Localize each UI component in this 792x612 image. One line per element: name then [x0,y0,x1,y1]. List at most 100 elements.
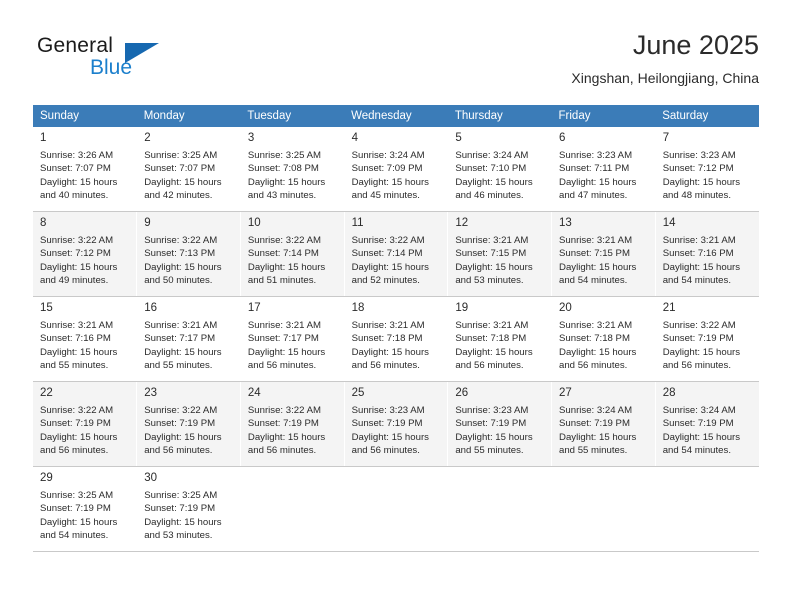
day-sunrise-text: Sunrise: 3:24 AM [662,405,736,416]
day-number: 30 [144,472,157,484]
calendar-day-cell[interactable]: 1 Sunrise: 3:26 AM Sunset: 7:07 PM Daylight… [33,127,138,212]
day-daylight-2-text: and 54 minutes. [40,530,109,542]
calendar-day-cell[interactable]: 29 Sunrise: 3:25 AM Sunset: 7:19 PM Dayligh… [33,466,138,552]
day-daylight-2-text: and 49 minutes. [40,275,109,287]
title-block: June 2025 Xingshan, Heilongjiang, China [571,28,759,87]
day-cell-inner: 9 Sunrise: 3:22 AM Sunset: 7:13 PM Daylight… [137,212,240,288]
day-cell-inner: 11 Sunrise: 3:22 AM Sunset: 7:14 PM Dayligh… [345,212,448,288]
day-number: 4 [351,132,359,144]
day-daylight-1-text: Daylight: 15 hours [144,346,222,358]
calendar-day-cell-empty [447,466,553,552]
day-cell-inner: 23 Sunrise: 3:22 AM Sunset: 7:19 PM Dayligh… [137,382,240,458]
day-cell-inner: 24 Sunrise: 3:22 AM Sunset: 7:19 PM Dayligh… [241,382,344,458]
calendar-day-cell[interactable]: 13 Sunrise: 3:21 AM Sunset: 7:15 PM Dayligh… [551,211,656,297]
calendar-day-cell[interactable]: 28 Sunrise: 3:24 AM Sunset: 7:19 PM Dayligh… [655,381,759,467]
day-sunrise-text: Sunrise: 3:22 AM [247,405,321,416]
calendar-day-cell[interactable]: 23 Sunrise: 3:22 AM Sunset: 7:19 PM Dayligh… [136,381,241,467]
day-sunset-text: Sunset: 7:10 PM [455,163,527,175]
calendar-day-cell[interactable]: 6 Sunrise: 3:23 AM Sunset: 7:11 PM Daylight… [551,127,656,212]
day-daylight-1-text: Daylight: 15 hours [662,431,741,443]
day-daylight-1-text: Daylight: 15 hours [144,516,222,528]
day-sunrise-text: Sunrise: 3:21 AM [40,320,114,331]
day-daylight-2-text: and 48 minutes. [662,190,731,202]
day-sunrise-text: Sunrise: 3:21 AM [455,320,529,331]
calendar-day-cell-empty [344,466,449,552]
day-number: 29 [40,472,53,484]
day-sunset-text: Sunset: 7:16 PM [40,333,111,345]
calendar-day-cell[interactable]: 19 Sunrise: 3:21 AM Sunset: 7:18 PM Dayligh… [447,296,553,382]
calendar-day-cell[interactable]: 10 Sunrise: 3:22 AM Sunset: 7:14 PM Dayligh… [240,211,345,297]
day-daylight-1-text: Daylight: 15 hours [351,431,429,443]
day-number: 11 [351,217,364,229]
calendar-day-cell[interactable]: 12 Sunrise: 3:21 AM Sunset: 7:15 PM Dayligh… [447,211,553,297]
day-sunrise-text: Sunrise: 3:23 AM [351,405,425,416]
day-sun-info: Sunrise: 3:25 AM Sunset: 7:19 PM Daylight:… [144,489,234,543]
calendar-day-cell[interactable]: 30 Sunrise: 3:25 AM Sunset: 7:19 PM Dayligh… [136,466,241,552]
general-blue-logo[interactable]: General Blue [37,34,177,92]
calendar-day-cell[interactable]: 15 Sunrise: 3:21 AM Sunset: 7:16 PM Dayligh… [33,296,138,382]
calendar-day-cell[interactable]: 26 Sunrise: 3:23 AM Sunset: 7:19 PM Dayligh… [447,381,553,467]
day-daylight-2-text: and 51 minutes. [247,275,317,287]
day-sunset-text: Sunset: 7:12 PM [40,248,111,260]
calendar-day-cell[interactable]: 22 Sunrise: 3:22 AM Sunset: 7:19 PM Dayligh… [33,381,138,467]
day-sunrise-text: Sunrise: 3:22 AM [351,235,425,246]
calendar-day-cell[interactable]: 27 Sunrise: 3:24 AM Sunset: 7:19 PM Dayligh… [551,381,656,467]
calendar-day-cell[interactable]: 9 Sunrise: 3:22 AM Sunset: 7:13 PM Daylight… [136,211,241,297]
day-sunset-text: Sunset: 7:13 PM [144,248,216,260]
day-sunset-text: Sunset: 7:15 PM [455,248,527,260]
calendar-day-cell[interactable]: 7 Sunrise: 3:23 AM Sunset: 7:12 PM Daylight… [655,127,759,212]
day-sunrise-text: Sunrise: 3:26 AM [40,150,114,161]
calendar-day-cell[interactable]: 17 Sunrise: 3:21 AM Sunset: 7:17 PM Dayligh… [240,296,345,382]
day-sunset-text: Sunset: 7:19 PM [662,418,734,430]
calendar-week-row: 29 Sunrise: 3:25 AM Sunset: 7:19 PM Dayligh… [33,466,759,552]
day-cell-inner: 25 Sunrise: 3:23 AM Sunset: 7:19 PM Dayligh… [345,382,448,458]
day-cell-inner: 26 Sunrise: 3:23 AM Sunset: 7:19 PM Dayligh… [448,382,551,458]
day-cell-inner: 22 Sunrise: 3:22 AM Sunset: 7:19 PM Dayligh… [33,382,136,458]
calendar-day-cell[interactable]: 24 Sunrise: 3:22 AM Sunset: 7:19 PM Dayligh… [240,381,345,467]
day-number: 15 [40,302,53,314]
calendar-day-cell[interactable]: 21 Sunrise: 3:22 AM Sunset: 7:19 PM Dayligh… [655,296,759,382]
weekday-header-tuesday: Tuesday [240,105,345,127]
calendar-header-row: Sunday Monday Tuesday Wednesday Thursday… [33,105,759,127]
page-subtitle-location: Xingshan, Heilongjiang, China [571,70,759,86]
logo-text-general: General [37,34,114,57]
day-sunset-text: Sunset: 7:09 PM [351,163,423,175]
day-cell-inner: 29 Sunrise: 3:25 AM Sunset: 7:19 PM Dayligh… [33,467,136,543]
calendar-day-cell[interactable]: 2 Sunrise: 3:25 AM Sunset: 7:07 PM Daylight… [136,127,241,212]
day-sun-info: Sunrise: 3:26 AM Sunset: 7:07 PM Daylight:… [40,149,130,203]
page-header: General Blue June 2025 Xingshan, Heilong… [33,28,759,98]
day-daylight-2-text: and 45 minutes. [351,190,420,202]
day-daylight-2-text: and 56 minutes. [40,445,109,457]
calendar-day-cell[interactable]: 25 Sunrise: 3:23 AM Sunset: 7:19 PM Dayligh… [344,381,449,467]
day-daylight-2-text: and 56 minutes. [247,360,317,372]
day-daylight-2-text: and 55 minutes. [455,445,524,457]
day-sun-info: Sunrise: 3:22 AM Sunset: 7:19 PM Daylight:… [40,404,130,458]
calendar-day-cell[interactable]: 8 Sunrise: 3:22 AM Sunset: 7:12 PM Daylight… [33,211,138,297]
day-number: 27 [559,387,572,399]
calendar-day-cell[interactable]: 14 Sunrise: 3:21 AM Sunset: 7:16 PM Dayligh… [655,211,759,297]
calendar-day-cell-empty [655,466,759,552]
day-sunset-text: Sunset: 7:08 PM [247,163,319,175]
day-number: 5 [455,132,462,144]
calendar-day-cell[interactable]: 5 Sunrise: 3:24 AM Sunset: 7:10 PM Daylight… [447,127,553,212]
weekday-header-friday: Friday [551,105,656,127]
day-sunset-text: Sunset: 7:19 PM [40,418,111,430]
day-sunset-text: Sunset: 7:19 PM [455,418,527,430]
day-daylight-2-text: and 56 minutes. [662,360,731,372]
day-cell-inner: 2 Sunrise: 3:25 AM Sunset: 7:07 PM Daylight… [137,127,240,203]
day-daylight-2-text: and 55 minutes. [40,360,109,372]
day-number: 20 [559,302,572,314]
calendar-day-cell[interactable]: 4 Sunrise: 3:24 AM Sunset: 7:09 PM Daylight… [344,127,449,212]
day-cell-inner: 13 Sunrise: 3:21 AM Sunset: 7:15 PM Dayligh… [552,212,655,288]
day-number: 25 [351,387,365,399]
calendar-day-cell[interactable]: 18 Sunrise: 3:21 AM Sunset: 7:18 PM Dayligh… [344,296,449,382]
calendar-day-cell[interactable]: 20 Sunrise: 3:21 AM Sunset: 7:18 PM Dayligh… [551,296,656,382]
day-sun-info: Sunrise: 3:22 AM Sunset: 7:14 PM Daylight:… [352,234,442,288]
calendar-day-cell[interactable]: 16 Sunrise: 3:21 AM Sunset: 7:17 PM Dayligh… [136,296,241,382]
day-sun-info: Sunrise: 3:22 AM Sunset: 7:19 PM Daylight:… [663,319,753,373]
day-sunset-text: Sunset: 7:19 PM [247,418,319,430]
calendar-day-cell[interactable]: 3 Sunrise: 3:25 AM Sunset: 7:08 PM Daylight… [240,127,345,212]
day-number: 26 [455,387,469,399]
calendar-day-cell[interactable]: 11 Sunrise: 3:22 AM Sunset: 7:14 PM Dayligh… [344,211,449,297]
day-sun-info: Sunrise: 3:24 AM Sunset: 7:19 PM Daylight:… [559,404,649,458]
